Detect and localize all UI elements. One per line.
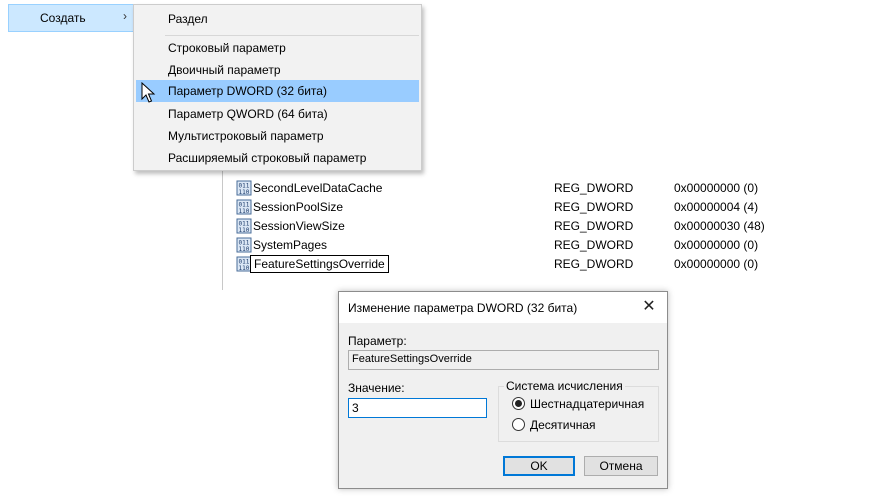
radio-decimal-label[interactable]: Десятичная: [530, 418, 596, 432]
dialog-title: Изменение параметра DWORD (32 бита): [348, 301, 578, 315]
close-icon[interactable]: ✕: [637, 296, 661, 318]
create-submenu: Раздел Строковый параметр Двоичный парам…: [133, 4, 422, 171]
menu-item-label: Создать: [40, 11, 86, 25]
radio-decimal[interactable]: [512, 418, 525, 431]
menu-item-qword-value[interactable]: Параметр QWORD (64 бита): [136, 103, 419, 125]
menu-item-label: Строковый параметр: [168, 41, 286, 55]
number-base-group: Система исчисления Шестнадцатеричная Дес…: [498, 379, 659, 442]
menu-item-binary-value[interactable]: Двоичный параметр: [136, 59, 419, 81]
svg-text:110: 110: [239, 227, 250, 234]
value-type: REG_DWORD: [554, 238, 634, 252]
list-item[interactable]: 011 110 SessionPoolSize REG_DWORD 0x00000…: [234, 198, 774, 217]
value-type: REG_DWORD: [554, 181, 634, 195]
cancel-button[interactable]: Отмена: [584, 456, 658, 476]
menu-item-label: Двоичный параметр: [168, 63, 281, 77]
value-data: 0x00000000 (0): [674, 238, 759, 252]
svg-text:110: 110: [239, 189, 250, 196]
list-item[interactable]: 011 110 SystemPages REG_DWORD 0x00000000 …: [234, 236, 774, 255]
value-type: REG_DWORD: [554, 200, 634, 214]
menu-item-label: Расширяемый строковый параметр: [168, 151, 367, 165]
menu-item-expandable-string-value[interactable]: Расширяемый строковый параметр: [136, 147, 419, 169]
svg-text:110: 110: [239, 208, 250, 215]
radio-selected-dot: [515, 400, 522, 407]
reg-dword-icon: 011110: [236, 218, 252, 234]
menu-item-string-value[interactable]: Строковый параметр: [136, 37, 419, 59]
param-name-field: FeatureSettingsOverride: [348, 350, 659, 370]
list-item[interactable]: 011 110 FeatureSettingsOverride REG_DWORD…: [234, 255, 774, 274]
registry-values-list: 011 110 SecondLevelDataCache REG_DWORD 0x…: [222, 160, 782, 290]
value-name: SessionViewSize: [253, 219, 345, 233]
value-input[interactable]: 3: [348, 398, 487, 418]
edit-dword-dialog: Изменение параметра DWORD (32 бита) ✕ Па…: [338, 291, 668, 489]
menu-item-multi-string-value[interactable]: Мультистроковый параметр: [136, 125, 419, 147]
rename-input[interactable]: FeatureSettingsOverride: [250, 255, 389, 273]
value-data: 0x00000004 (4): [674, 200, 759, 214]
chevron-right-icon: ›: [123, 9, 127, 23]
value-name: SystemPages: [253, 238, 328, 252]
param-label: Параметр:: [348, 334, 407, 348]
dialog-titlebar: Изменение параметра DWORD (32 бита) ✕: [339, 292, 667, 323]
list-item[interactable]: 011 110 SecondLevelDataCache REG_DWORD 0x…: [234, 179, 774, 198]
menu-item-label: Мультистроковый параметр: [168, 129, 324, 143]
value-label: Значение:: [348, 381, 405, 395]
value-name: SessionPoolSize: [253, 200, 344, 214]
menu-item-create[interactable]: Создать ›: [8, 4, 136, 32]
group-title: Система исчисления: [504, 379, 625, 393]
menu-item-label: Параметр DWORD (32 бита): [168, 84, 327, 98]
radio-hexadecimal[interactable]: [512, 397, 525, 410]
value-type: REG_DWORD: [554, 219, 634, 233]
svg-text:110: 110: [239, 246, 250, 253]
svg-text:110: 110: [239, 265, 250, 272]
reg-dword-icon: 011110: [236, 237, 252, 253]
menu-item-label: Параметр QWORD (64 бита): [168, 107, 328, 121]
radio-hexadecimal-label[interactable]: Шестнадцатеричная: [530, 397, 644, 411]
mouse-pointer-icon: [141, 82, 156, 103]
menu-item-dword-value[interactable]: Параметр DWORD (32 бита): [136, 80, 419, 102]
value-data: 0x00000030 (48): [674, 219, 765, 233]
list-item[interactable]: 011 110 SessionViewSize REG_DWORD 0x00000…: [234, 217, 774, 236]
menu-separator: [165, 35, 419, 36]
value-data: 0x00000000 (0): [674, 257, 759, 271]
value-name: SecondLevelDataCache: [253, 181, 383, 195]
menu-item-label: Раздел: [168, 12, 208, 26]
ok-button[interactable]: OK: [503, 456, 575, 476]
reg-dword-icon: 011110: [236, 199, 252, 215]
reg-dword-icon: 011110: [236, 180, 252, 196]
value-data: 0x00000000 (0): [674, 181, 759, 195]
menu-item-key[interactable]: Раздел: [136, 8, 419, 30]
value-type: REG_DWORD: [554, 257, 634, 271]
